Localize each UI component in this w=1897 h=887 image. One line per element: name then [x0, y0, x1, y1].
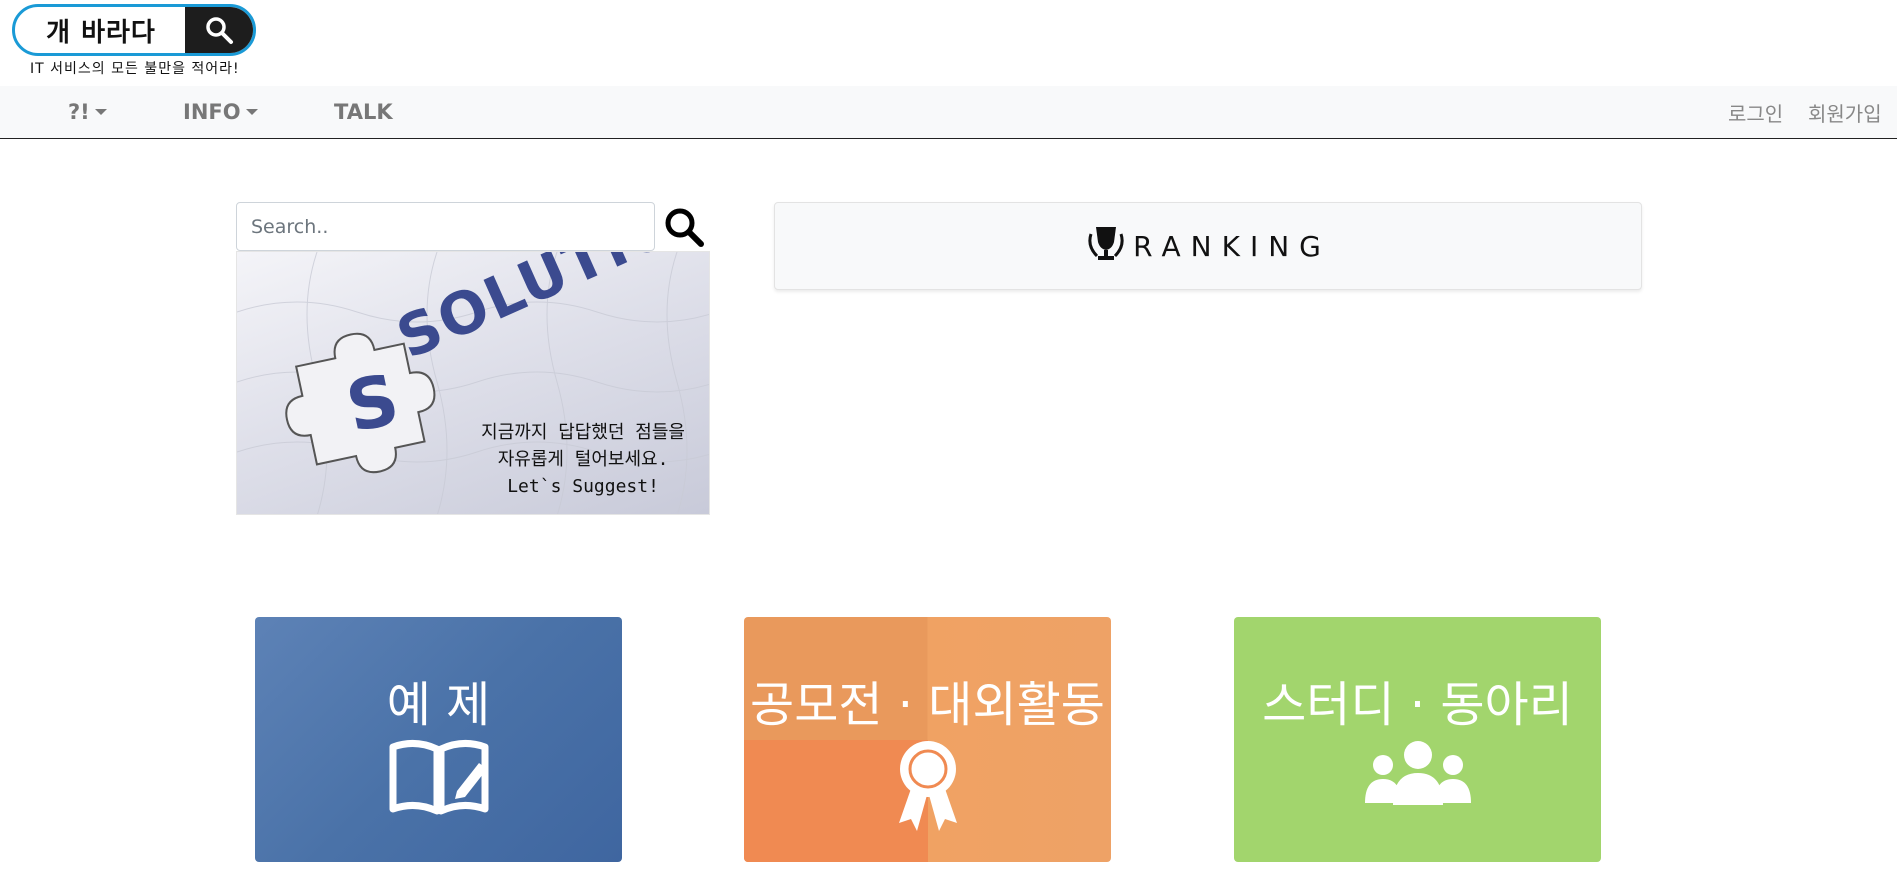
solution-banner[interactable]: S SOLUTION 지금까지 답답했던 점들을 자유롭게 털어보세요. Let… [236, 251, 710, 515]
login-link[interactable]: 로그인 [1728, 86, 1783, 138]
search-icon[interactable] [660, 204, 708, 250]
ranking-panel[interactable]: RANKING [774, 202, 1642, 290]
tile-contests[interactable]: 공모전 · 대외활동 [744, 617, 1111, 862]
ranking-label: RANKING [1133, 229, 1331, 263]
tile-title: 공모전 · 대외활동 [750, 677, 1105, 733]
logo-search-icon [185, 7, 253, 53]
navbar: ?! INFO TALK 로그인 회원가입 [0, 86, 1897, 139]
nav-item-label: ?! [68, 100, 90, 124]
logo-text: 개 바라다 [46, 17, 156, 48]
solution-caption: 지금까지 답답했던 점들을 자유롭게 털어보세요. Let`s Suggest! [481, 419, 685, 500]
nav-item-label: INFO [183, 100, 241, 124]
tile-title: 예 제 [386, 677, 491, 733]
nav-item-label: TALK [334, 100, 393, 124]
tile-title: 스터디 · 동아리 [1262, 677, 1573, 733]
solution-line: 자유롭게 털어보세요. [497, 449, 669, 470]
nav-item-talk[interactable]: TALK [334, 86, 393, 138]
trophy-icon [1085, 224, 1127, 268]
nav-item-question[interactable]: ?! [68, 86, 107, 138]
people-group-icon [1234, 739, 1601, 809]
logo-pill: 개 바라다 [12, 4, 256, 56]
nav-item-info[interactable]: INFO [183, 86, 258, 138]
solution-line: 지금까지 답답했던 점들을 [481, 422, 685, 443]
tile-study-club[interactable]: 스터디 · 동아리 [1234, 617, 1601, 862]
search-input[interactable] [236, 202, 655, 251]
site-logo[interactable]: 개 바라다 IT 서비스의 모든 불만을 적어라! [12, 4, 260, 78]
caret-down-icon [94, 109, 107, 115]
caret-down-icon [245, 109, 258, 115]
open-book-icon [255, 739, 622, 815]
signup-link[interactable]: 회원가입 [1808, 86, 1882, 138]
award-ribbon-icon [744, 739, 1111, 831]
logo-tagline: IT 서비스의 모든 불만을 적어라! [30, 61, 240, 77]
solution-line: Let`s Suggest! [507, 476, 659, 497]
tile-examples[interactable]: 예 제 [255, 617, 622, 862]
